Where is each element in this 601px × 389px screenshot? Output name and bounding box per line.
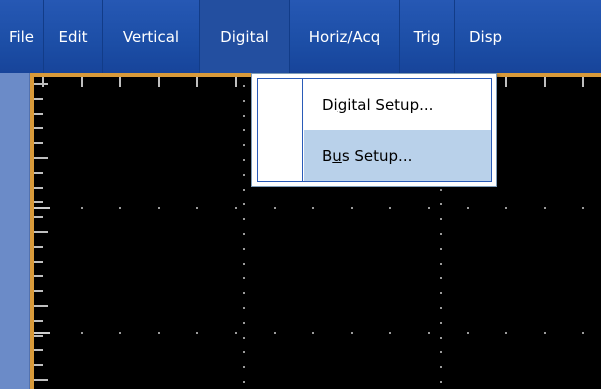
menu-trig-label: Trig — [413, 27, 441, 46]
menu-horiz-acq[interactable]: Horiz/Acq — [290, 0, 399, 73]
menu-display[interactable]: Disp — [455, 0, 511, 73]
menu-file-label: File — [8, 27, 35, 46]
menu-trig[interactable]: Trig — [400, 0, 454, 73]
bus-setup-label-b: s Setup... — [341, 146, 413, 165]
bus-setup-mnemonic: u — [332, 146, 342, 165]
menu-bar: File Edit Vertical Digital Horiz/Acq Tri… — [0, 0, 601, 73]
menu-horiz-acq-label: Horiz/Acq — [308, 27, 381, 46]
menu-file[interactable]: File — [0, 0, 43, 73]
menu-vertical-label: Vertical — [122, 27, 180, 46]
digital-dropdown-menu: Di g ital Setup... Bus Setup... — [251, 73, 497, 187]
menu-item-bus-setup[interactable]: Bus Setup... — [304, 130, 491, 181]
menu-edit[interactable]: Edit — [44, 0, 102, 73]
dropdown-icon-gutter — [258, 79, 303, 181]
dropdown-panel: Di g ital Setup... Bus Setup... — [257, 78, 492, 182]
left-panel-strip — [0, 73, 30, 389]
digital-setup-label-a: Di — [322, 95, 338, 114]
menu-vertical[interactable]: Vertical — [103, 0, 199, 73]
bus-setup-label-a: B — [322, 146, 333, 165]
menu-digital[interactable]: Digital — [200, 0, 289, 73]
menu-item-digital-setup[interactable]: Di g ital Setup... — [304, 79, 491, 130]
menu-edit-label: Edit — [58, 27, 88, 46]
digital-setup-label-b: ital Setup... — [347, 95, 434, 114]
digital-setup-mnemonic: g — [337, 95, 348, 114]
menu-display-label: Disp — [469, 27, 503, 46]
menu-digital-label: Digital — [220, 27, 269, 46]
